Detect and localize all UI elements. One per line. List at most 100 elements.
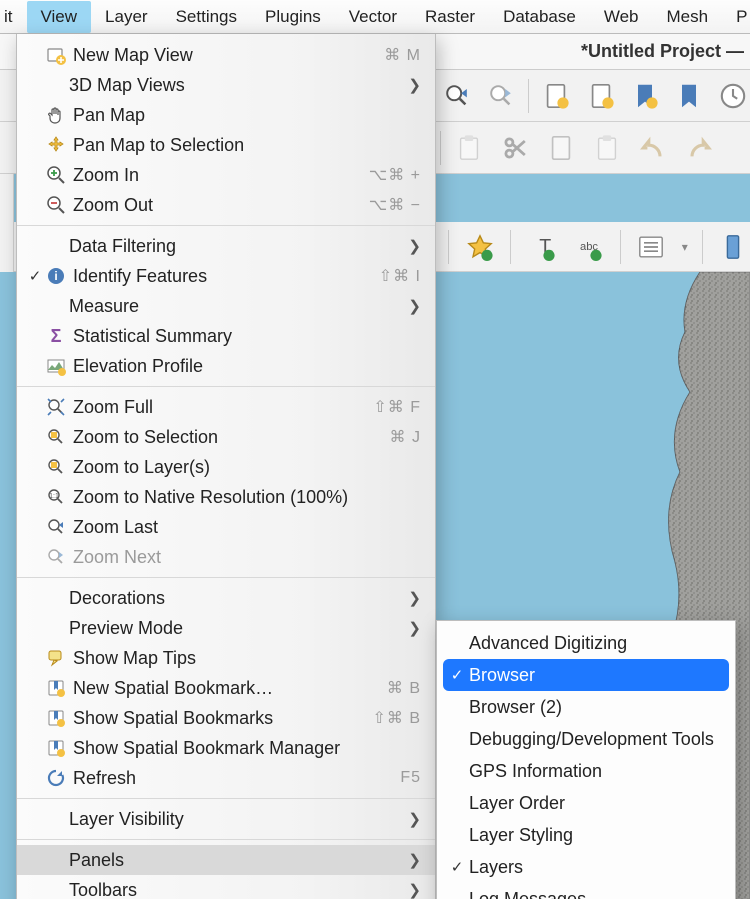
tool-undo-icon[interactable]: [635, 130, 671, 166]
panel-item-layer-order[interactable]: Layer Order: [437, 787, 735, 819]
menu-separator: [17, 577, 435, 578]
menubar-item-mesh[interactable]: Mesh: [653, 1, 723, 33]
menu-item-statistical-summary[interactable]: Statistical Summary: [17, 321, 435, 351]
menu-item-identify-features[interactable]: ✓Identify Features⇧⌘ I: [17, 261, 435, 291]
menu-item-label: Measure: [65, 296, 400, 317]
submenu-arrow-icon: ❯: [400, 881, 421, 899]
menubar-item-p[interactable]: P: [722, 1, 749, 33]
panel-item-label: Log Messages: [467, 889, 719, 899]
menu-item-label: Pan Map: [69, 105, 421, 126]
panel-item-gps-information[interactable]: GPS Information: [437, 755, 735, 787]
menu-item-show-spatial-bookmarks[interactable]: Show Spatial Bookmarks⇧⌘ B: [17, 703, 435, 733]
menu-item-label: Statistical Summary: [69, 326, 421, 347]
panel-item-label: GPS Information: [467, 761, 719, 782]
toolbar-separator: [510, 230, 511, 264]
menu-item-label: Zoom Out: [69, 195, 369, 216]
menu-item-3d-map-views[interactable]: 3D Map Views❯: [17, 70, 435, 100]
zoom-out-icon: [43, 195, 69, 215]
menu-item-label: Zoom to Native Resolution (100%): [69, 487, 421, 508]
panel-item-browser-2-[interactable]: Browser (2): [437, 691, 735, 723]
menubar-item-plugins[interactable]: Plugins: [251, 1, 335, 33]
tool-doc-1-icon[interactable]: [539, 78, 573, 114]
shortcut-label: ⌥⌘ +: [369, 165, 421, 185]
menu-item-show-spatial-bookmark-manager[interactable]: Show Spatial Bookmark Manager: [17, 733, 435, 763]
menu-item-zoom-to-selection[interactable]: Zoom to Selection⌘ J: [17, 422, 435, 452]
menu-item-zoom-to-native-resolution-100-[interactable]: Zoom to Native Resolution (100%): [17, 482, 435, 512]
menu-item-decorations[interactable]: Decorations❯: [17, 583, 435, 613]
tool-redo-icon[interactable]: [681, 130, 717, 166]
menu-item-pan-map-to-selection[interactable]: Pan Map to Selection: [17, 130, 435, 160]
menu-item-label: New Map View: [69, 45, 384, 66]
zoom-full-icon: [43, 397, 69, 417]
menu-item-zoom-in[interactable]: Zoom In⌥⌘ +: [17, 160, 435, 190]
menu-item-data-filtering[interactable]: Data Filtering❯: [17, 231, 435, 261]
tool-zoom-last-icon[interactable]: [440, 78, 474, 114]
shortcut-label: ⌘ B: [387, 678, 421, 698]
menu-item-preview-mode[interactable]: Preview Mode❯: [17, 613, 435, 643]
submenu-arrow-icon: ❯: [400, 76, 421, 94]
tool-doc-2-icon[interactable]: [583, 78, 617, 114]
menubar-item-it[interactable]: it: [0, 1, 27, 33]
panel-item-layer-styling[interactable]: Layer Styling: [437, 819, 735, 851]
shortcut-label: F5: [400, 769, 421, 787]
menu-item-refresh[interactable]: RefreshF5: [17, 763, 435, 793]
menu-item-elevation-profile[interactable]: Elevation Profile: [17, 351, 435, 381]
tool-list-icon[interactable]: [635, 229, 668, 265]
panels-submenu: Advanced Digitizing✓BrowserBrowser (2)De…: [436, 620, 736, 899]
tool-scissors-icon[interactable]: [497, 130, 533, 166]
tool-paste-icon[interactable]: [451, 130, 487, 166]
menu-item-zoom-full[interactable]: Zoom Full⇧⌘ F: [17, 392, 435, 422]
panel-item-debugging-development-tools[interactable]: Debugging/Development Tools: [437, 723, 735, 755]
panel-item-label: Layer Order: [467, 793, 719, 814]
zoom-in-icon: [43, 165, 69, 185]
tool-zoom-next-icon[interactable]: [484, 78, 518, 114]
menu-item-pan-map[interactable]: Pan Map: [17, 100, 435, 130]
tool-bookmark-icon[interactable]: [628, 78, 662, 114]
toolbar-separator: [448, 230, 449, 264]
menu-item-show-map-tips[interactable]: Show Map Tips: [17, 643, 435, 673]
menu-item-zoom-out[interactable]: Zoom Out⌥⌘ −: [17, 190, 435, 220]
tool-copy-icon[interactable]: [543, 130, 579, 166]
menu-item-zoom-to-layer-s-[interactable]: Zoom to Layer(s): [17, 452, 435, 482]
panel-item-log-messages[interactable]: Log Messages: [437, 883, 735, 899]
dropdown-caret-icon[interactable]: ▾: [682, 240, 688, 254]
panel-item-layers[interactable]: ✓Layers: [437, 851, 735, 883]
shortcut-label: ⌥⌘ −: [369, 195, 421, 215]
tool-abc-icon[interactable]: abc: [572, 229, 605, 265]
menubar-item-raster[interactable]: Raster: [411, 1, 489, 33]
menu-item-layer-visibility[interactable]: Layer Visibility❯: [17, 804, 435, 834]
tool-align-icon[interactable]: [717, 229, 750, 265]
menubar-item-layer[interactable]: Layer: [91, 1, 162, 33]
check-icon: ✓: [447, 858, 467, 876]
menu-item-new-map-view[interactable]: New Map View⌘ M: [17, 40, 435, 70]
menu-item-label: Show Spatial Bookmark Manager: [69, 738, 421, 759]
tool-clock-icon[interactable]: [716, 78, 750, 114]
menubar-item-view[interactable]: View: [27, 1, 92, 33]
panel-item-label: Layer Styling: [467, 825, 719, 846]
tool-bookmark-2-icon[interactable]: [672, 78, 706, 114]
menubar-item-database[interactable]: Database: [489, 1, 590, 33]
tool-text-icon[interactable]: T: [525, 229, 558, 265]
submenu-arrow-icon: ❯: [400, 297, 421, 315]
menu-separator: [17, 386, 435, 387]
menu-item-panels[interactable]: Panels❯: [17, 845, 435, 875]
menubar-item-settings[interactable]: Settings: [162, 1, 251, 33]
panel-item-advanced-digitizing[interactable]: Advanced Digitizing: [437, 627, 735, 659]
menubar-item-web[interactable]: Web: [590, 1, 653, 33]
menu-item-zoom-next[interactable]: Zoom Next: [17, 542, 435, 572]
pan-selection-icon: [43, 135, 69, 155]
menu-item-new-spatial-bookmark-[interactable]: New Spatial Bookmark…⌘ B: [17, 673, 435, 703]
menu-item-zoom-last[interactable]: Zoom Last: [17, 512, 435, 542]
refresh-icon: [43, 768, 69, 788]
menu-item-label: Zoom In: [69, 165, 369, 186]
menu-item-label: Toolbars: [65, 880, 400, 899]
tool-paste-2-icon[interactable]: [589, 130, 625, 166]
zoom-next-icon: [43, 547, 69, 567]
menu-item-measure[interactable]: Measure❯: [17, 291, 435, 321]
bookmarks-show-icon: [43, 708, 69, 728]
menu-separator: [17, 798, 435, 799]
panel-item-browser[interactable]: ✓Browser: [443, 659, 729, 691]
menubar-item-vector[interactable]: Vector: [335, 1, 411, 33]
menu-item-toolbars[interactable]: Toolbars❯: [17, 875, 435, 899]
tool-star-icon[interactable]: [463, 229, 496, 265]
